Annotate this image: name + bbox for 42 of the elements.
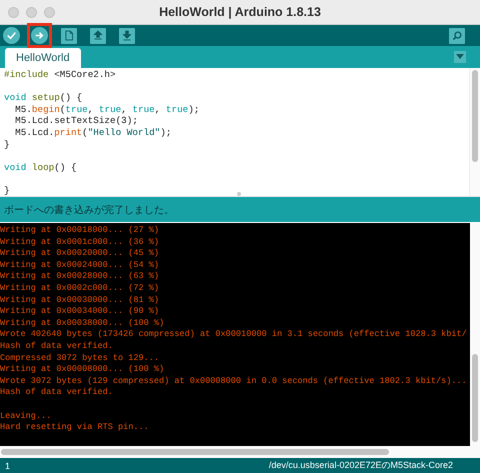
resize-handle[interactable]: [237, 192, 241, 196]
console-line: Writing at 0x00024000... (54 %): [0, 260, 160, 272]
code-line: M5.Lcd.setTextSize(3);: [14, 115, 138, 127]
minimize-window-icon[interactable]: [26, 6, 37, 18]
console-line: Hash of data verified.: [0, 387, 114, 399]
console-line: Writing at 0x00028000... (63 %): [0, 271, 160, 283]
console-line: Writing at 0x00038000... (100 %): [0, 318, 166, 330]
board-port-label: /dev/cu.usbserial-0202E72EのM5Stack-Core2: [268, 459, 453, 472]
code-line: }: [4, 184, 10, 197]
code-line: }: [4, 138, 10, 150]
console-line: Wrote 402640 bytes (173426 compressed) at 0x00010000 in 3.1 seconds (effective 1028.3 kbit/: [0, 329, 468, 341]
code-line: M5.begin(true, true, true, true);: [14, 104, 200, 116]
console-line: Writing at 0x00008000... (100 %): [0, 364, 166, 376]
status-message: ボードへの書き込みが完了しました。: [4, 204, 174, 216]
scrollbar-thumb[interactable]: [1, 449, 389, 455]
caret-icon: [456, 54, 464, 60]
console-line: Compressed 3072 bytes to 129...: [0, 352, 160, 364]
console-line: Writing at 0x00018000... (27 %): [0, 225, 160, 237]
code-line: M5.Lcd.print("Hello World");: [14, 126, 172, 139]
console-scrollbar[interactable]: [470, 223, 480, 446]
console-line: Writing at 0x00030000... (81 %): [0, 294, 160, 306]
tab-menu-button[interactable]: [454, 51, 466, 63]
console-line: Wrote 3072 bytes (129 compressed) at 0x00008000 in 0.0 seconds (effective 1802.3 kbit/s)...: [0, 376, 468, 388]
console-line: Leaving...: [0, 410, 52, 422]
close-window-icon[interactable]: [8, 6, 19, 18]
line-number: 1: [5, 460, 10, 470]
scrollbar-thumb[interactable]: [472, 354, 478, 442]
scrollbar-thumb[interactable]: [472, 70, 478, 162]
code-line: #include <M5Core2.h>: [4, 69, 116, 81]
console-line: Writing at 0x0001c000... (36 %): [0, 236, 160, 248]
code-line: void setup() {: [4, 92, 82, 104]
file-tab[interactable]: HelloWorld: [5, 48, 81, 68]
horizontal-scrollbar[interactable]: [0, 446, 480, 458]
code-line: void loop() {: [4, 162, 77, 174]
zoom-window-icon[interactable]: [44, 6, 55, 18]
console-line: Hash of data verified.: [0, 340, 114, 353]
console-line: Hard resetting via RTS pin...: [0, 422, 150, 434]
window-title: HelloWorld | Arduino 1.8.13: [159, 5, 321, 19]
editor-scrollbar[interactable]: [469, 68, 480, 196]
console-line: Writing at 0x0002c000... (72 %): [0, 282, 160, 295]
console-line: Writing at 0x00020000... (45 %): [0, 248, 160, 260]
console-line: Writing at 0x00034000... (90 %): [0, 306, 160, 318]
